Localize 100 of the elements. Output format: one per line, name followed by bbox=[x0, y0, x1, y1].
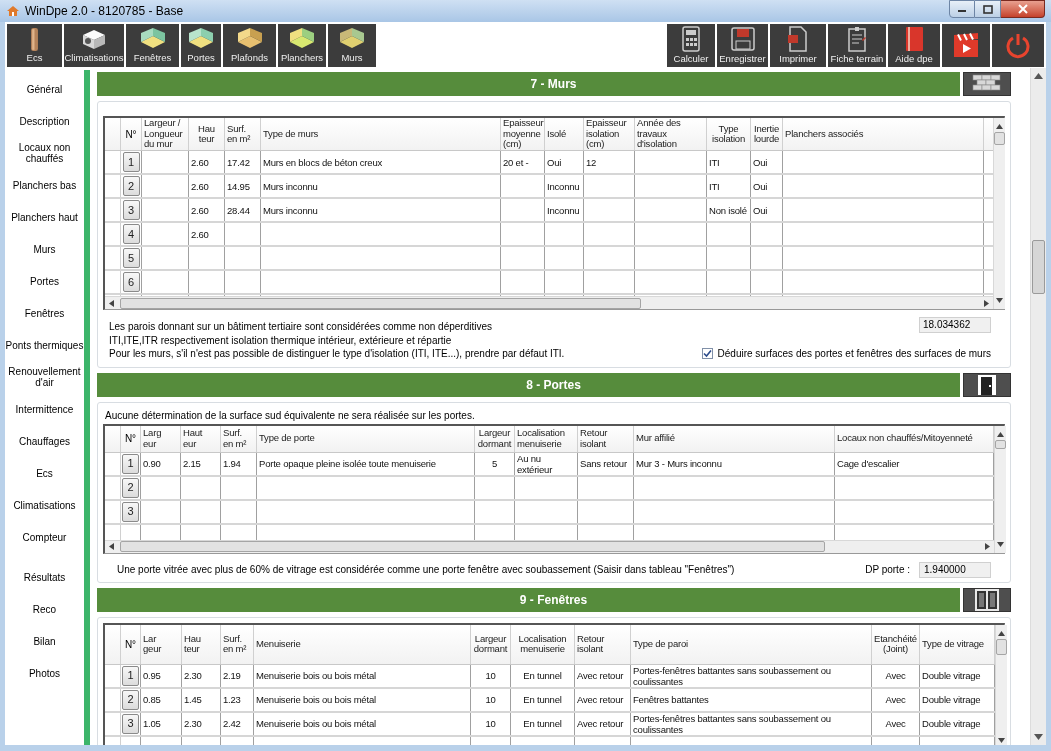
row-number-button[interactable]: 3 bbox=[122, 501, 139, 522]
toolbar-button[interactable]: Climatisations bbox=[64, 23, 124, 67]
table-cell: Non isolé bbox=[707, 199, 751, 221]
scrollbar[interactable] bbox=[105, 539, 994, 553]
column-header: Localisation menuiserie bbox=[511, 624, 575, 664]
column-header: Type de murs bbox=[261, 118, 501, 150]
table-cell: 1.05 bbox=[141, 712, 182, 735]
house-icon bbox=[6, 4, 20, 18]
table-cell: Avec retour bbox=[575, 712, 631, 735]
maximize-button[interactable] bbox=[975, 0, 1001, 18]
row-number-button[interactable]: 2 bbox=[122, 689, 139, 710]
scrollbar-thumb[interactable] bbox=[996, 638, 1007, 655]
row-number-button[interactable]: 1 bbox=[122, 453, 139, 474]
calculator-icon bbox=[681, 26, 701, 52]
row-number-button[interactable]: 3 bbox=[122, 200, 140, 220]
table-cell: 0.90 bbox=[141, 452, 181, 475]
table-cell: 17.42 bbox=[225, 151, 261, 173]
sidebar-item[interactable]: Compteur bbox=[5, 521, 84, 553]
toolbar-button[interactable]: Imprimer bbox=[770, 23, 826, 67]
toolbar-button[interactable] bbox=[992, 23, 1044, 67]
sidebar-item[interactable]: Fenêtres bbox=[5, 297, 84, 329]
sidebar-item[interactable]: Général bbox=[5, 73, 84, 105]
clipboard-icon bbox=[846, 26, 868, 52]
column-header: Retour isolant bbox=[575, 624, 631, 664]
table-cell: 2.30 bbox=[182, 664, 221, 687]
column-header: Localisation menuiserie bbox=[515, 425, 578, 452]
arrow-down-icon bbox=[996, 298, 1003, 303]
scrollbar-thumb[interactable] bbox=[995, 439, 1006, 449]
close-button[interactable] bbox=[1001, 0, 1045, 18]
sidebar-item[interactable]: Planchers bas bbox=[5, 169, 84, 201]
minimize-button[interactable] bbox=[949, 0, 975, 18]
toolbar-button[interactable]: Portes bbox=[181, 23, 221, 67]
row-number-button[interactable]: 6 bbox=[122, 272, 140, 292]
table-cell: Murs inconnu bbox=[261, 175, 501, 197]
toolbar-button[interactable]: Ecs bbox=[7, 23, 62, 67]
section-title: 7 - Murs bbox=[530, 76, 577, 93]
arrow-up-icon bbox=[998, 630, 1005, 636]
scrollbar-thumb[interactable] bbox=[994, 132, 1005, 145]
table-cell: Sans retour bbox=[578, 452, 634, 475]
sidebar-item[interactable]: Résultats bbox=[5, 561, 84, 593]
row-number-button[interactable]: 5 bbox=[122, 248, 140, 268]
toolbar-button[interactable]: Plafonds bbox=[223, 23, 276, 67]
room-icon bbox=[138, 27, 167, 51]
row-number-button[interactable]: 1 bbox=[122, 665, 139, 686]
scrollbar[interactable] bbox=[994, 425, 1006, 553]
sidebar-item[interactable]: Photos bbox=[5, 657, 84, 689]
scrollbar[interactable] bbox=[105, 296, 993, 309]
book-icon bbox=[903, 26, 925, 52]
sidebar-item[interactable]: Ecs bbox=[5, 457, 84, 489]
row-number-button[interactable]: 2 bbox=[122, 477, 139, 498]
sidebar-item[interactable]: Intermittence bbox=[5, 393, 84, 425]
sidebar-item[interactable]: Description bbox=[5, 105, 84, 137]
table-cell: 10 bbox=[471, 664, 511, 687]
sidebar-item[interactable]: Ponts thermiques bbox=[5, 329, 84, 361]
scrollbar[interactable] bbox=[1030, 68, 1046, 745]
toolbar-button[interactable] bbox=[942, 23, 990, 67]
brick-wall-icon bbox=[972, 74, 1002, 94]
sidebar-item[interactable]: Bilan bbox=[5, 625, 84, 657]
table-cell: Avec bbox=[872, 664, 920, 687]
sidebar-item[interactable]: Planchers haut bbox=[5, 201, 84, 233]
column-header: Retour isolant bbox=[578, 425, 634, 452]
sidebar-item[interactable]: Locaux non chauffés bbox=[5, 137, 84, 169]
column-header: Etanchéité (Joint) bbox=[872, 624, 920, 664]
table-cell: 14.95 bbox=[225, 175, 261, 197]
scrollbar[interactable] bbox=[995, 624, 1007, 745]
toolbar-button[interactable]: Planchers bbox=[278, 23, 326, 67]
sidebar-item[interactable]: Reco bbox=[5, 593, 84, 625]
toolbar-button[interactable]: Fenêtres bbox=[126, 23, 179, 67]
scrollbar-thumb[interactable] bbox=[1032, 239, 1045, 294]
scrollbar-thumb[interactable] bbox=[120, 541, 825, 552]
column-header: Surf. en m² bbox=[221, 425, 257, 452]
table-cell: Murs inconnu bbox=[261, 199, 501, 221]
checkbox[interactable] bbox=[701, 347, 713, 359]
toolbar-button[interactable]: Calculer bbox=[667, 23, 715, 67]
toolbar-button[interactable]: Enregistrer bbox=[717, 23, 768, 67]
column-header: Hau teur bbox=[189, 118, 225, 150]
row-number-button[interactable]: 1 bbox=[122, 152, 140, 172]
sidebar-item[interactable]: Renouvellement d'air bbox=[5, 361, 84, 393]
sidebar-item[interactable]: Portes bbox=[5, 265, 84, 297]
sidebar-item[interactable]: Murs bbox=[5, 233, 84, 265]
scrollbar[interactable] bbox=[993, 118, 1005, 309]
arrow-left-icon bbox=[109, 299, 114, 307]
sidebar-item[interactable]: Chauffages bbox=[5, 425, 84, 457]
check-icon bbox=[702, 348, 712, 358]
arrow-up-icon bbox=[996, 124, 1003, 129]
sidebar-item[interactable]: Climatisations bbox=[5, 489, 84, 521]
toolbar-button[interactable]: Aide dpe bbox=[888, 23, 940, 67]
table-cell: Mur 3 - Murs inconnu bbox=[634, 452, 835, 475]
column-header: Menuiserie bbox=[254, 624, 471, 664]
table-cell: 1.94 bbox=[221, 452, 257, 475]
toolbar-button[interactable]: Murs bbox=[328, 23, 376, 67]
column-header: Isolé bbox=[545, 118, 584, 150]
table-cell: En tunnel bbox=[511, 712, 575, 735]
table-cell: 0.95 bbox=[141, 664, 182, 687]
row-number-button[interactable]: 4 bbox=[122, 224, 140, 244]
scrollbar-thumb[interactable] bbox=[120, 297, 641, 309]
column-header: Surf. en m² bbox=[221, 624, 254, 664]
row-number-button[interactable]: 2 bbox=[122, 176, 140, 196]
toolbar-button[interactable]: Fiche terrain bbox=[828, 23, 886, 67]
row-number-button[interactable]: 3 bbox=[122, 713, 139, 734]
